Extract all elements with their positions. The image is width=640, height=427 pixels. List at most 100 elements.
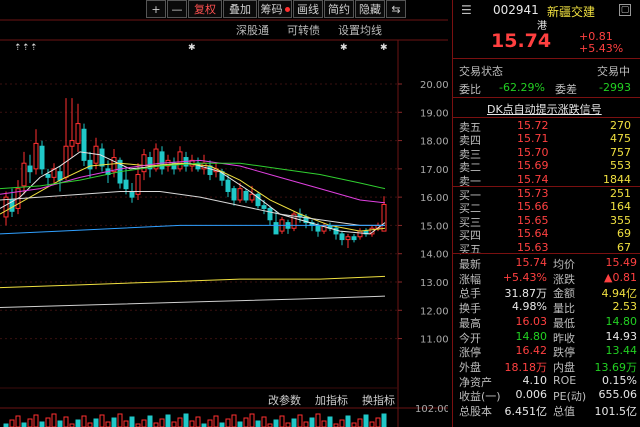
- candle-body: [225, 179, 231, 192]
- zoom-in-button[interactable]: +: [146, 0, 166, 18]
- volume-bar: [123, 420, 129, 427]
- signal-link[interactable]: DK点自动提示涨跌信号: [487, 101, 602, 117]
- volume-bar: [63, 416, 69, 427]
- stat-row: 最高 16.03 最低 14.80: [453, 315, 640, 330]
- candle-body: [345, 236, 351, 241]
- asks-volume: 270: [610, 119, 631, 132]
- signal-row[interactable]: DK点自动提示涨跌信号: [453, 101, 640, 116]
- asks-price: 15.69: [517, 159, 549, 173]
- volume-bar: [207, 419, 213, 427]
- ma500-line: [0, 295, 386, 308]
- order-diff-label: 委差: [555, 83, 577, 96]
- shenzhen-connect-link[interactable]: 深股通: [236, 22, 269, 38]
- stat-row: 收益(一) 0.006 PE(动) 655.06: [453, 388, 640, 403]
- indicator-bar: 改参数 加指标 换指标: [268, 392, 395, 408]
- ma120-line: [0, 224, 385, 235]
- stat-label: 量比: [553, 302, 575, 316]
- asks-price: 15.72: [517, 119, 549, 132]
- stat-row: 总手 31.87万 金额 4.94亿: [453, 285, 640, 300]
- volume-bar: [195, 416, 201, 427]
- convertible-bond-link[interactable]: 可转债: [287, 22, 320, 38]
- volume-bar: [321, 420, 327, 427]
- stat-value: 14.80: [515, 329, 548, 343]
- draw-button[interactable]: 画线: [293, 0, 323, 18]
- candle-body: [69, 140, 75, 147]
- hide-button[interactable]: 隐藏: [355, 0, 385, 18]
- volume-bar: [261, 416, 267, 427]
- stat-label: ROE: [553, 373, 577, 387]
- volume-bar: [327, 416, 333, 427]
- switch-label: ⇆: [391, 2, 401, 16]
- candle-body: [243, 190, 249, 201]
- stat-label: 外盘: [459, 360, 481, 374]
- volume-bar: [39, 421, 45, 427]
- price-axis-label: 13.00: [420, 278, 448, 289]
- set-ma-link[interactable]: 设置均线: [338, 22, 382, 38]
- volume-bar: [117, 413, 123, 427]
- stat-row: 总股本 6.451亿 总值 101.5亿: [453, 403, 640, 418]
- chart-subbar: 深股通 可转债 设置均线: [236, 22, 382, 38]
- event-marker-icon: ✱: [340, 43, 348, 53]
- candle-body: [273, 222, 279, 235]
- volume-bar: [351, 422, 357, 427]
- overlay-label: 叠加: [229, 3, 251, 16]
- stat-label: 总手: [459, 287, 481, 301]
- volume-bar: [183, 413, 189, 427]
- trade-status-row: 交易状态 交易中: [453, 63, 640, 78]
- volume-bar: [369, 421, 375, 427]
- candle-body: [177, 151, 183, 170]
- event-marker-icon: ✱: [188, 43, 196, 53]
- price-axis-label: 11.00: [420, 335, 448, 346]
- sidebar-toggle-icon[interactable]: ☰: [461, 3, 472, 17]
- asks-price: 15.70: [517, 145, 549, 159]
- stat-row: 涨幅 +5.43% 涨跌 ▲0.81: [453, 271, 640, 286]
- candle-body: [81, 128, 87, 161]
- stat-value: ▲0.81: [604, 270, 637, 284]
- volume-bar: [237, 421, 243, 427]
- add-indicator-button[interactable]: 加指标: [315, 392, 348, 408]
- change-indicator-button[interactable]: 换指标: [362, 392, 395, 408]
- adjust-button[interactable]: 复权: [188, 0, 222, 18]
- candle-body: [129, 190, 135, 198]
- candle-body: [57, 171, 63, 181]
- volume-bar: [177, 417, 183, 427]
- kline-chart[interactable]: 20.00 19.00 18.00 17.00 16.00 15.00 14.00 13.00…: [0, 0, 448, 427]
- order-diff-value: -2993: [599, 81, 631, 94]
- switch-button[interactable]: ⇆: [386, 0, 406, 18]
- volume-bar: [363, 414, 369, 427]
- volume-bar: [87, 422, 93, 427]
- order-ratio-label: 委比: [459, 83, 481, 96]
- stat-value: 4.10: [522, 373, 548, 387]
- volume-bar: [27, 418, 33, 427]
- stat-value: 18.18万: [504, 360, 548, 374]
- overlay-button[interactable]: 叠加: [223, 0, 257, 18]
- price-axis-label: 17.00: [420, 165, 448, 176]
- kline-chart-area[interactable]: 20.00 19.00 18.00 17.00 16.00 15.00 14.00 13.00…: [0, 0, 448, 427]
- event-marker-icon: ⇡: [30, 43, 38, 53]
- volume-bar: [381, 413, 387, 427]
- volume-bar: [81, 415, 87, 427]
- stat-value: 6.451亿: [504, 405, 548, 418]
- price-header: 15.74 +0.81 +5.43%: [453, 30, 640, 56]
- settings-icon[interactable]: ▢: [619, 4, 631, 16]
- edit-params-button[interactable]: 改参数: [268, 392, 301, 408]
- stat-label: 涨跌: [553, 272, 575, 286]
- stat-value: 15.74: [515, 256, 548, 269]
- asks-volume: 1844: [603, 172, 631, 186]
- notify-dot-icon: [284, 6, 290, 12]
- volume-bar: [279, 415, 285, 427]
- zoom-out-label: —: [171, 2, 183, 16]
- stat-value: 14.93: [605, 329, 638, 343]
- ma250-line: [0, 275, 386, 289]
- stat-label: 涨停: [459, 346, 481, 360]
- zoom-out-button[interactable]: —: [167, 0, 187, 18]
- volume-bar: [171, 421, 177, 427]
- bids-price: 15.64: [517, 227, 549, 241]
- stat-label: 均价: [553, 258, 575, 271]
- stat-value: 13.69万: [594, 360, 638, 374]
- volume-bar: [129, 416, 135, 427]
- simple-button[interactable]: 简约: [324, 0, 354, 18]
- volume-bar: [219, 422, 225, 427]
- price-axis-label: 12.00: [420, 306, 448, 317]
- chip-button[interactable]: 筹码: [258, 0, 292, 18]
